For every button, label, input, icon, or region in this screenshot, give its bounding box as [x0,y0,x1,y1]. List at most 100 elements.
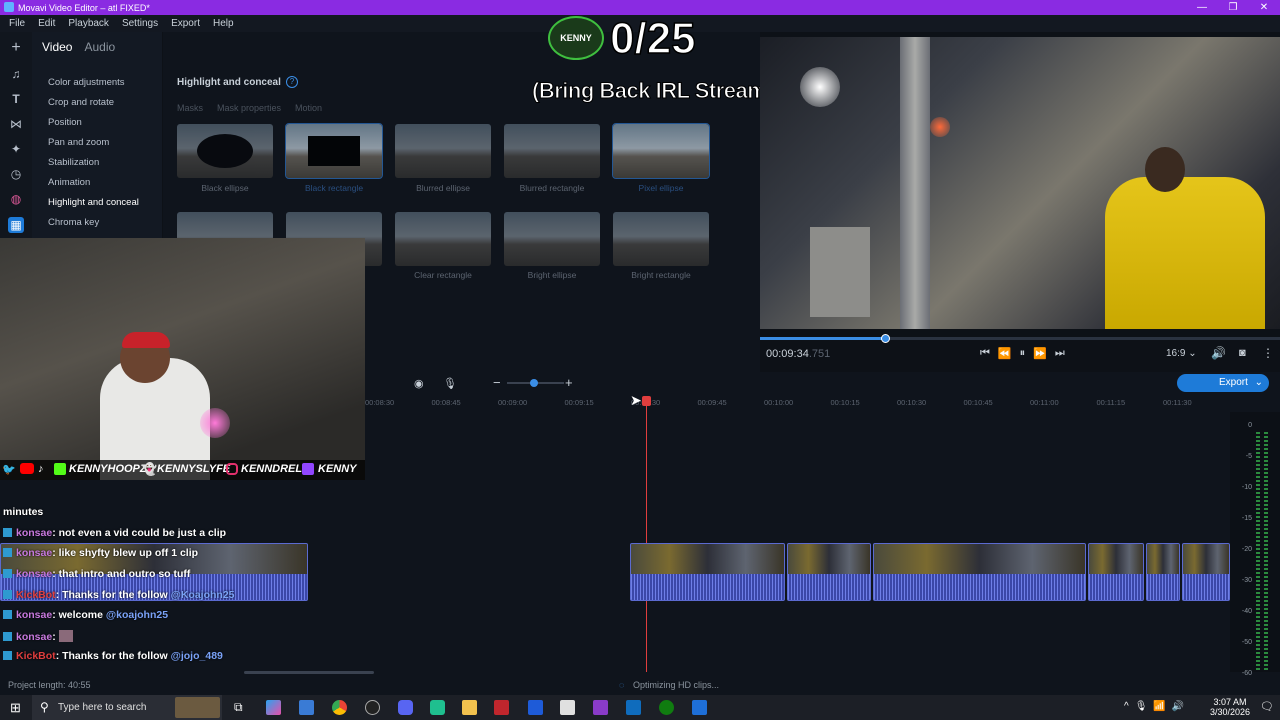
skip-start-icon[interactable]: ⏮ [980,347,990,360]
zoom-in-button[interactable]: + [565,375,573,390]
seek-bar[interactable] [760,334,1280,343]
music-icon[interactable]: ♫ [8,66,24,82]
menu-edit[interactable]: Edit [38,18,55,29]
ruler-tick-label: 00:11:15 [1096,398,1126,407]
app-icon[interactable] [494,700,509,715]
stickers-icon[interactable]: ◍ [8,191,24,207]
menu-playback[interactable]: Playback [68,18,109,29]
pole [900,37,930,329]
copilot-icon[interactable] [266,700,281,715]
category-stabilization[interactable]: Stabilization [48,157,99,168]
file-explorer-icon[interactable] [462,700,477,715]
category-animation[interactable]: Animation [48,177,90,188]
category-chroma-key[interactable]: Chroma key [48,217,99,228]
effect-label: Pixel ellipse [638,183,684,193]
effects-icon[interactable]: ✦ [8,141,24,157]
movavi-icon[interactable] [528,700,543,715]
effect-thumb-bright-rectangle[interactable] [613,212,709,266]
clip-properties-icon[interactable]: ▦ [8,217,24,233]
effect-thumb-black-ellipse[interactable] [177,124,273,178]
subtab-masks[interactable]: Masks [177,103,203,113]
effect-thumb-blurred-ellipse[interactable] [395,124,491,178]
add-icon[interactable]: + [8,40,24,56]
task-view-icon[interactable]: ⧉ [234,700,243,715]
app-icon[interactable] [430,700,445,715]
effect-thumb-blurred-rectangle[interactable] [504,124,600,178]
system-tray-icons[interactable]: ^🎙📶🔊 [1124,701,1190,712]
subtab-mask-properties[interactable]: Mask properties [217,103,281,113]
skip-end-icon[interactable]: ⏭ [1055,347,1065,360]
help-icon[interactable]: ? [286,76,298,88]
maximize-button[interactable]: ❐ [1218,0,1248,15]
category-pan-zoom[interactable]: Pan and zoom [48,137,109,148]
export-button[interactable]: Export ⌄ [1177,374,1269,392]
outlook-icon[interactable] [626,700,641,715]
category-position[interactable]: Position [48,117,82,128]
record-icon[interactable]: ◉ [414,377,424,390]
menu-help[interactable]: Help [213,18,234,29]
effect-thumb-black-rectangle[interactable] [285,123,383,179]
timeline-clip[interactable] [1088,543,1144,601]
chrome-icon[interactable] [332,700,347,715]
playhead-handle[interactable] [642,396,651,406]
menu-file[interactable]: File [9,18,25,29]
close-button[interactable]: ✕ [1249,0,1279,15]
transitions-icon[interactable]: ⋈ [8,116,24,132]
microphone-icon[interactable]: 🎙 [443,377,457,390]
taskbar-search[interactable]: ⚲ Type here to search [32,695,222,720]
store-icon[interactable] [299,700,314,715]
volume-icon[interactable]: 🔊 [1211,346,1226,360]
timeline-clip[interactable] [873,543,1086,601]
clock-icon[interactable]: ◷ [8,166,24,182]
project-length: Project length: 40:55 [8,680,91,690]
discord-icon[interactable] [398,700,413,715]
vu-scale-label: -15 [1241,515,1252,522]
timeline-ruler[interactable]: 00:08:3000:08:4500:09:0000:09:1500:09:30… [365,396,1230,410]
minimize-button[interactable]: — [1187,0,1217,15]
step-forward-icon[interactable]: ⏩ [1033,347,1047,360]
timeline-clip[interactable] [787,543,871,601]
chat-text: : not even a vid could be just a clip [52,527,227,539]
timeline-clip[interactable] [1182,543,1230,601]
horizontal-scrollbar[interactable] [244,671,374,674]
category-crop-rotate[interactable]: Crop and rotate [48,97,114,108]
timeline-clip[interactable] [630,543,785,601]
pause-icon[interactable]: ⏸ [1020,347,1026,360]
video-preview[interactable] [760,37,1280,329]
snapshot-icon[interactable]: ◙ [1239,347,1246,359]
zoom-out-button[interactable]: − [493,375,501,390]
effect-thumb-pixel-ellipse[interactable] [612,123,710,179]
effect-thumb-bright-ellipse[interactable] [504,212,600,266]
menu-settings[interactable]: Settings [122,18,158,29]
stream-overlay: KENNY 0/25 (Bring Back IRL Streams) [532,13,786,114]
playhead-line[interactable] [646,396,647,672]
zoom-slider-handle[interactable] [530,379,538,387]
app-icon[interactable] [365,700,380,715]
menu-export[interactable]: Export [171,18,200,29]
tab-video[interactable]: Video [42,40,72,54]
app-icon[interactable] [692,700,707,715]
capcut-icon[interactable] [560,700,575,715]
window-title: Movavi Video Editor – atl FIXED* [18,2,150,13]
ruler-tick-label: 00:11:00 [1030,398,1059,407]
app-icon[interactable] [593,700,608,715]
step-back-icon[interactable]: ⏪ [998,347,1012,360]
timeline-clip[interactable] [1146,543,1180,601]
notifications-icon[interactable]: 🗨 [1260,700,1274,713]
category-highlight-conceal[interactable]: Highlight and conceal [48,197,139,208]
category-color-adjustments[interactable]: Color adjustments [48,77,125,88]
effect-label: Bright rectangle [631,270,691,280]
chat-user: konsae [16,631,53,643]
effect-thumb-clear-rectangle[interactable] [395,212,491,266]
windows-start-icon[interactable]: ⊞ [10,700,21,716]
xbox-icon[interactable] [659,700,674,715]
more-icon[interactable]: ⋮ [1262,346,1274,360]
text-icon[interactable]: T [8,91,24,107]
twitch-icon [302,463,314,475]
subtab-motion[interactable]: Motion [295,103,322,113]
tab-audio[interactable]: Audio [84,40,115,54]
chat-message: KickBot: Thanks for the follow @jojo_489 [3,650,223,662]
aspect-ratio-select[interactable]: 16:9 ⌄ [1166,348,1197,359]
tiktok-icon: ♪ [38,463,44,475]
windows-taskbar: ⊞ ⚲ Type here to search ⧉ ^🎙📶🔊 3:07 AM 3… [0,695,1280,720]
